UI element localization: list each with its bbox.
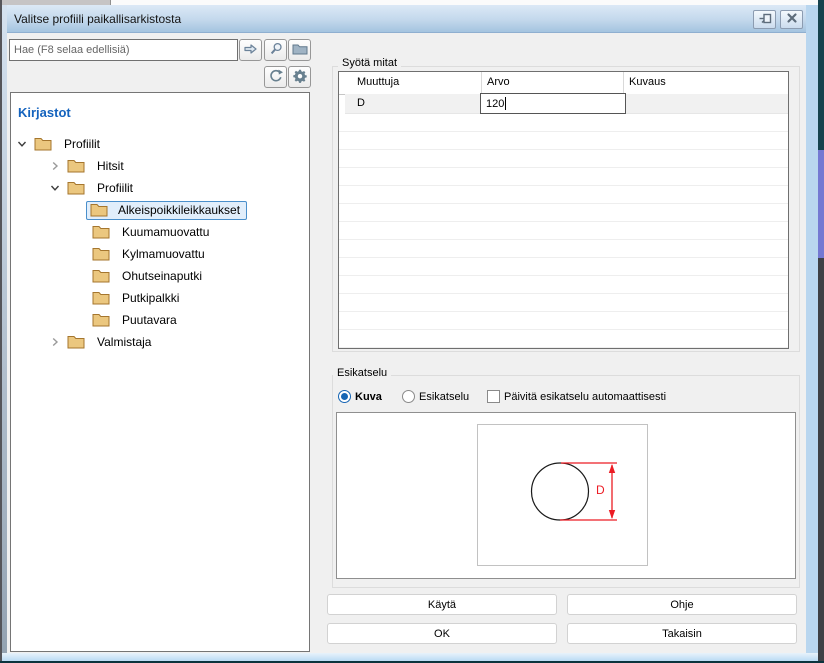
column-header-muuttuja: Muuttuja (357, 76, 399, 88)
folder-icon (67, 159, 85, 173)
radio-esikatselu[interactable] (402, 390, 415, 403)
pin-icon (758, 11, 772, 28)
chevron-down-icon[interactable] (49, 182, 61, 194)
checkbox-paivita[interactable] (487, 390, 500, 403)
radio-kuva-label: Kuva (355, 391, 382, 403)
background-edge (818, 150, 824, 258)
column-divider (481, 72, 482, 94)
column-divider (623, 72, 624, 94)
magnifier-icon (269, 42, 283, 59)
refresh-button[interactable] (264, 66, 287, 88)
text-caret (505, 97, 506, 110)
pin-button[interactable] (753, 10, 776, 29)
tree-item-label: Kuumamuovattu (122, 225, 209, 239)
tree-item-putkipalkki[interactable]: Putkipalkki (11, 287, 308, 309)
folder-icon (92, 291, 110, 305)
tree-item-label: Profiilit (97, 181, 133, 195)
tree-item-ohutseinaputki[interactable]: Ohutseinaputki (11, 265, 308, 287)
dimension-label: D (596, 483, 605, 497)
chevron-right-icon[interactable] (49, 336, 61, 348)
tree-item-valmistaja[interactable]: Valmistaja (11, 331, 308, 353)
apply-button[interactable]: Käytä (327, 594, 557, 615)
background-edge (818, 258, 824, 663)
folder-icon (92, 313, 110, 327)
ok-button[interactable]: OK (327, 623, 557, 644)
folder-icon (92, 247, 110, 261)
help-button-label: Ohje (670, 599, 693, 611)
tree-item-label: Kylmamuovattu (122, 247, 205, 261)
tree-item-label: Hitsit (97, 159, 124, 173)
arvo-value-text: 120 (486, 98, 504, 110)
folder-icon (90, 203, 108, 217)
tree-item-label: Alkeispoikkileikkaukset (118, 203, 240, 217)
profile-image-box (477, 424, 648, 566)
tree-item-profiilit-root[interactable]: Profiilit (11, 133, 308, 155)
radio-esikatselu-label: Esikatselu (419, 391, 469, 403)
tree-item-alkeispoikkileikkaukset[interactable]: Alkeispoikkileikkaukset (11, 199, 308, 221)
search-button[interactable] (264, 39, 287, 61)
tree-item-label: Valmistaja (97, 335, 151, 349)
background-edge (818, 0, 824, 150)
gear-icon (293, 69, 307, 86)
window-border-right (806, 5, 818, 661)
window-border-left (2, 5, 7, 661)
close-button[interactable] (780, 10, 803, 29)
selected-tree-item[interactable]: Alkeispoikkileikkaukset (86, 201, 247, 220)
folder-icon (92, 269, 110, 283)
tree-item-kylmamuovattu[interactable]: Kylmamuovattu (11, 243, 308, 265)
search-go-button[interactable] (239, 39, 262, 61)
search-input[interactable] (9, 39, 238, 61)
radio-kuva[interactable] (338, 390, 351, 403)
help-button[interactable]: Ohje (567, 594, 797, 615)
library-header: Kirjastot (18, 105, 71, 120)
open-folder-button[interactable] (288, 39, 311, 61)
arrow-right-icon (243, 42, 258, 59)
tree-item-kuumamuovattu[interactable]: Kuumamuovattu (11, 221, 308, 243)
back-button[interactable]: Takaisin (567, 623, 797, 644)
window-border-bottom (2, 653, 818, 661)
refresh-icon (269, 69, 283, 86)
profile-preview-drawing (478, 425, 647, 565)
window-title: Valitse profiili paikallisarkistosta (14, 12, 181, 26)
settings-button[interactable] (288, 66, 311, 88)
arvo-value-input[interactable]: 120 (480, 93, 626, 114)
chevron-down-icon[interactable] (16, 138, 28, 150)
variable-name-cell: D (357, 97, 365, 109)
tree-item-puutavara[interactable]: Puutavara (11, 309, 308, 331)
dimensions-table[interactable]: Muuttuja Arvo Kuvaus D 120 (338, 71, 789, 349)
dimensions-group-label: Syötä mitat (338, 57, 401, 69)
tree-item-profiilit[interactable]: Profiilit (11, 177, 308, 199)
tree-item-label: Ohutseinaputki (122, 269, 202, 283)
folder-icon (67, 335, 85, 349)
folder-icon (34, 137, 52, 151)
tree-item-label: Profiilit (64, 137, 100, 151)
preview-group-label: Esikatselu (333, 367, 391, 379)
tree-item-label: Puutavara (122, 313, 177, 327)
tree-item-label: Putkipalkki (122, 291, 179, 305)
tree-item-hitsit[interactable]: Hitsit (11, 155, 308, 177)
apply-button-label: Käytä (428, 599, 456, 611)
library-tree: Profiilit Hitsit Profiilit Alkeispoikkil… (11, 133, 308, 353)
column-header-arvo: Arvo (487, 76, 510, 88)
chevron-right-icon[interactable] (49, 160, 61, 172)
column-header-kuvaus: Kuvaus (629, 76, 666, 88)
checkbox-paivita-label: Päivitä esikatselu automaattisesti (504, 391, 666, 403)
folder-icon (292, 43, 308, 58)
back-button-label: Takaisin (662, 628, 702, 640)
folder-icon (92, 225, 110, 239)
profile-select-dialog: Valitse profiili paikallisarkistosta (0, 0, 824, 663)
empty-rows-area (339, 114, 788, 348)
folder-icon (67, 181, 85, 195)
close-icon (786, 12, 798, 27)
table-header-row: Muuttuja Arvo Kuvaus (339, 72, 788, 95)
ok-button-label: OK (434, 628, 450, 640)
